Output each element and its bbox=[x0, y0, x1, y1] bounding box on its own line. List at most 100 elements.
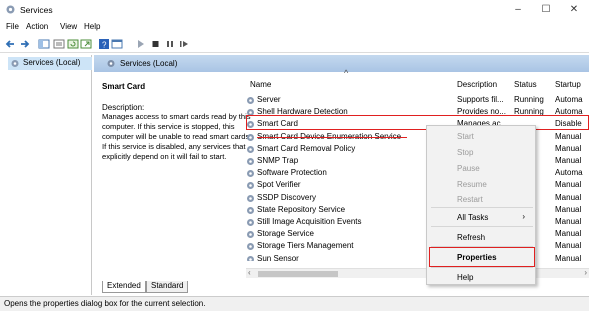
console-tree: Services (Local) bbox=[6, 55, 92, 295]
tree-item-services-local[interactable]: Services (Local) bbox=[8, 57, 92, 70]
status-text: Opens the properties dialog box for the … bbox=[4, 299, 206, 308]
menu-item-refresh[interactable]: Refresh bbox=[457, 233, 485, 242]
service-startup-type: Manual bbox=[555, 241, 582, 251]
service-gear-icon bbox=[247, 243, 254, 251]
service-name: Spot Verifier bbox=[257, 180, 301, 190]
description-label: Description: bbox=[102, 103, 145, 112]
service-name: Smart Card Removal Policy bbox=[257, 143, 356, 153]
forward-icon[interactable] bbox=[19, 38, 31, 50]
tab-standard[interactable]: Standard bbox=[146, 281, 189, 293]
services-gear-icon bbox=[6, 5, 15, 14]
menu-file[interactable]: File bbox=[6, 22, 19, 31]
annotation-line bbox=[257, 136, 407, 138]
service-name: Storage Tiers Management bbox=[257, 241, 354, 251]
export-icon[interactable] bbox=[80, 38, 92, 50]
table-row[interactable]: Storage Service Manual bbox=[246, 229, 589, 240]
service-gear-icon bbox=[247, 182, 254, 190]
play-icon[interactable] bbox=[135, 38, 147, 50]
menu-help[interactable]: Help bbox=[84, 22, 100, 31]
table-row[interactable]: Server Supports fil... Running Automa bbox=[246, 95, 589, 106]
table-row[interactable]: Smart Card Removal Policy Manual bbox=[246, 144, 589, 155]
table-row[interactable]: Still Image Acquisition Events Manual bbox=[246, 217, 589, 228]
service-startup-type: Manual bbox=[555, 156, 582, 165]
service-startup-type: Manual bbox=[555, 253, 582, 261]
menu-item-stop[interactable]: Stop bbox=[457, 148, 473, 157]
highlight-selected-row bbox=[246, 115, 589, 130]
table-row[interactable]: State Repository ServicengManual bbox=[246, 205, 589, 216]
menu-bar: File Action View Help bbox=[0, 20, 589, 35]
service-startup-type: Manual bbox=[555, 131, 582, 141]
menu-action[interactable]: Action bbox=[26, 22, 48, 31]
service-gear-icon bbox=[247, 133, 254, 141]
menu-item-all-tasks[interactable]: All Tasks bbox=[457, 213, 488, 222]
submenu-arrow-icon: › bbox=[522, 212, 525, 221]
back-icon[interactable] bbox=[4, 38, 16, 50]
view-icon[interactable] bbox=[111, 38, 123, 50]
stop-icon[interactable] bbox=[150, 38, 162, 50]
tree-item-label: Services (Local) bbox=[23, 58, 81, 67]
service-gear-icon bbox=[247, 170, 254, 178]
refresh-icon[interactable] bbox=[67, 38, 79, 50]
service-startup-type: Manual bbox=[555, 143, 582, 153]
menu-view[interactable]: View bbox=[60, 22, 77, 31]
service-description: Supports fil... bbox=[457, 95, 504, 104]
column-header-name[interactable]: Name bbox=[250, 80, 271, 94]
window-title: Services bbox=[20, 5, 53, 15]
tab-extended[interactable]: Extended bbox=[102, 281, 146, 293]
status-bar: Opens the properties dialog box for the … bbox=[0, 296, 589, 311]
table-row[interactable]: Storage Tiers Management Manual bbox=[246, 241, 589, 252]
service-gear-icon bbox=[247, 194, 254, 202]
horizontal-scrollbar[interactable]: ‹ › bbox=[246, 268, 589, 278]
service-gear-icon bbox=[247, 145, 254, 153]
restart-icon[interactable] bbox=[178, 38, 190, 50]
table-row[interactable]: Smart Card Device Enumeration ServiceMan… bbox=[246, 132, 589, 143]
service-startup-type: Manual bbox=[555, 204, 582, 214]
service-name: SNMP Trap bbox=[257, 156, 299, 165]
menu-item-restart[interactable]: Restart bbox=[457, 195, 483, 204]
properties-list-icon[interactable] bbox=[53, 38, 65, 50]
table-row[interactable]: SSDP DiscoveryngManual bbox=[246, 193, 589, 204]
service-startup-type: Automa bbox=[555, 168, 583, 178]
service-gear-icon bbox=[247, 231, 254, 239]
service-startup-type: Manual bbox=[555, 217, 582, 226]
service-name: SSDP Discovery bbox=[257, 192, 316, 202]
minimize-button[interactable]: – bbox=[504, 2, 532, 18]
description-text: Manages access to smart cards read by th… bbox=[102, 112, 252, 161]
toolbar: ? bbox=[0, 35, 589, 53]
table-row[interactable]: Spot Verifier Manual bbox=[246, 180, 589, 191]
menu-item-start[interactable]: Start bbox=[457, 132, 474, 141]
menu-item-resume[interactable]: Resume bbox=[457, 180, 487, 189]
service-name: Still Image Acquisition Events bbox=[257, 217, 362, 226]
column-header-status[interactable]: Status bbox=[514, 80, 537, 94]
service-startup-type: Manual bbox=[555, 192, 582, 202]
menu-separator bbox=[431, 267, 533, 268]
column-header-startup[interactable]: Startup bbox=[555, 80, 581, 94]
column-header-description[interactable]: Description bbox=[457, 80, 497, 94]
menu-separator bbox=[431, 207, 533, 208]
service-gear-icon bbox=[247, 255, 254, 261]
pane-header-title: Services (Local) bbox=[120, 59, 178, 68]
svg-text:?: ? bbox=[102, 41, 107, 50]
service-name: Server bbox=[257, 95, 281, 104]
pause-icon[interactable] bbox=[164, 38, 176, 50]
services-gear-icon bbox=[107, 60, 115, 67]
help-icon[interactable]: ? bbox=[98, 38, 110, 50]
service-name: Software Protection bbox=[257, 168, 327, 178]
menu-item-help[interactable]: Help bbox=[457, 273, 473, 282]
service-gear-icon bbox=[247, 158, 254, 165]
close-button[interactable]: ✕ bbox=[560, 2, 588, 18]
table-row[interactable]: Sun Sensor Manual bbox=[246, 254, 589, 261]
scroll-right-icon[interactable]: › bbox=[584, 268, 587, 277]
service-name: Sun Sensor bbox=[257, 253, 299, 261]
table-row[interactable]: Software Protection Automa bbox=[246, 168, 589, 179]
selected-service-title: Smart Card bbox=[102, 82, 146, 91]
console-tree-icon[interactable] bbox=[38, 38, 50, 50]
menu-item-pause[interactable]: Pause bbox=[457, 164, 480, 173]
service-startup-type: Manual bbox=[555, 229, 582, 239]
scroll-left-icon[interactable]: ‹ bbox=[248, 268, 251, 277]
table-row[interactable]: SNMP Trap Manual bbox=[246, 156, 589, 167]
scrollbar-thumb[interactable] bbox=[258, 271, 338, 277]
maximize-button[interactable]: ☐ bbox=[532, 2, 560, 18]
service-gear-icon bbox=[247, 97, 254, 104]
pane-header: Services (Local) bbox=[94, 55, 589, 72]
